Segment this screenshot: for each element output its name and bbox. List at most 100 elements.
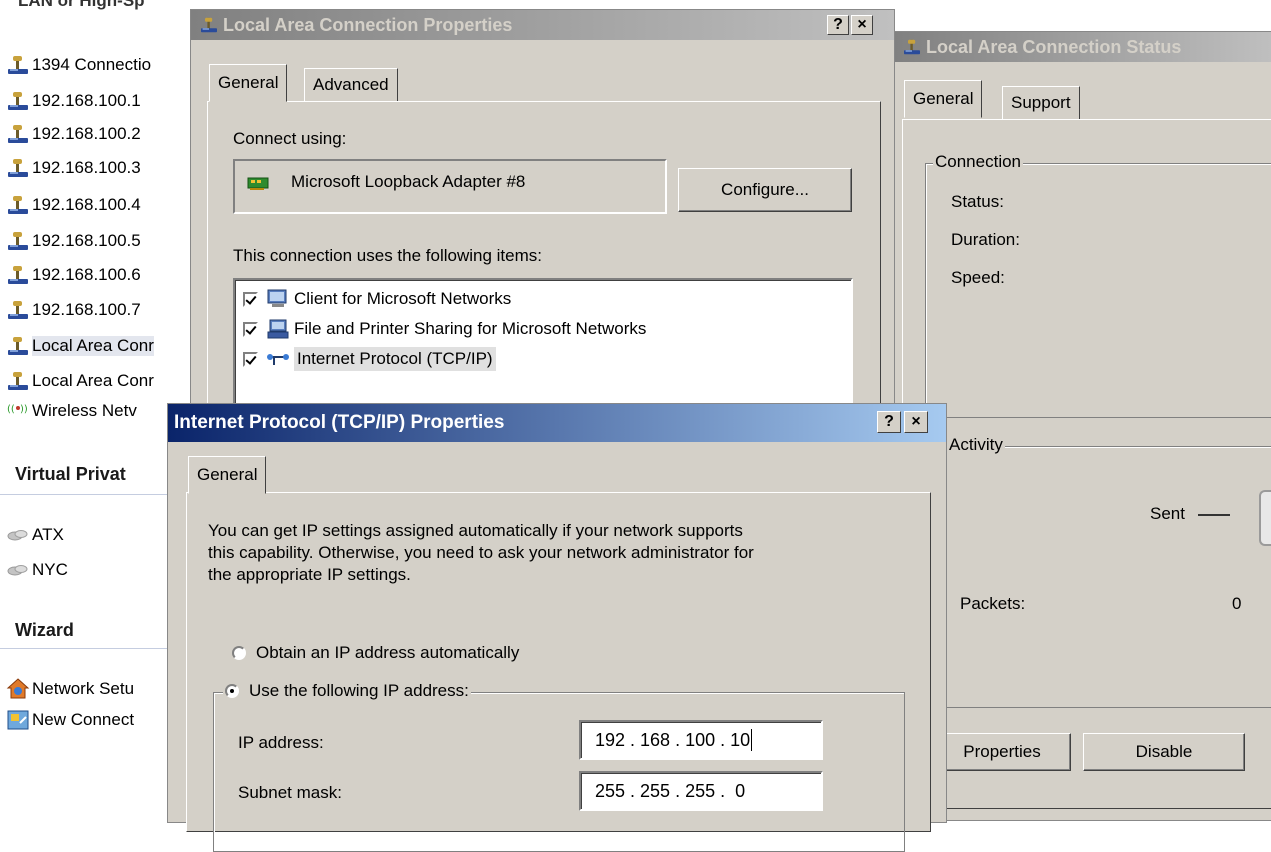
adapter-name: Microsoft Loopback Adapter #8 bbox=[291, 172, 526, 191]
radio-label-manual: Use the following IP address: bbox=[249, 681, 469, 700]
network-connection-icon bbox=[6, 157, 30, 179]
protocol-icon bbox=[266, 349, 290, 369]
connection-item-192-168-100-2[interactable]: 192.168.100.2 bbox=[6, 121, 141, 147]
help-button[interactable]: ? bbox=[827, 15, 849, 35]
connection-label: Local Area Conr bbox=[32, 371, 154, 390]
radio-obtain-ip-automatically[interactable]: Obtain an IP address automatically bbox=[232, 643, 519, 663]
lac-properties-titlebar[interactable]: Local Area Connection Properties bbox=[191, 10, 894, 40]
network-connection-icon bbox=[6, 90, 30, 112]
tcpip-title: Internet Protocol (TCP/IP) Properties bbox=[174, 412, 505, 433]
connection-item-192-168-100-3[interactable]: 192.168.100.3 bbox=[6, 155, 141, 181]
text-caret bbox=[751, 729, 753, 751]
lac-status-title: Local Area Connection Status bbox=[926, 36, 1182, 57]
connection-label: Wireless Netv bbox=[32, 401, 137, 420]
wizard-section-header: Wizard bbox=[15, 620, 74, 640]
file-printer-sharing-icon bbox=[266, 319, 290, 339]
vpn-item-atx[interactable]: ATX bbox=[6, 522, 64, 548]
svg-text:)): )) bbox=[20, 404, 28, 415]
network-connection-icon bbox=[6, 264, 30, 286]
network-connection-icon bbox=[6, 230, 30, 252]
connection-item-local-area-1[interactable]: Local Area Conr bbox=[6, 333, 154, 359]
item-label: Internet Protocol (TCP/IP) bbox=[294, 347, 496, 371]
connection-item-192-168-100-5[interactable]: 192.168.100.5 bbox=[6, 228, 141, 254]
radio-button-auto[interactable] bbox=[232, 646, 246, 660]
radio-label-auto: Obtain an IP address automatically bbox=[256, 643, 520, 662]
new-connection-wizard-icon bbox=[6, 709, 30, 731]
network-connection-icon bbox=[6, 299, 30, 321]
network-connection-icon bbox=[6, 54, 30, 76]
speed-label: Speed: bbox=[951, 268, 1005, 287]
description-line: You can get IP settings assigned automat… bbox=[208, 521, 743, 540]
help-button[interactable]: ? bbox=[877, 411, 901, 433]
tab-general-tcpip[interactable]: General bbox=[188, 456, 267, 494]
list-item-file-printer-sharing[interactable]: File and Printer Sharing for Microsoft N… bbox=[243, 316, 646, 342]
tab-general-status[interactable]: General bbox=[904, 80, 983, 118]
sent-dash bbox=[1198, 514, 1230, 516]
close-button[interactable]: × bbox=[851, 15, 873, 35]
lac-status-panel: Connection Status: Duration: Speed: Acti… bbox=[902, 119, 1271, 809]
connection-label: 192.168.100.5 bbox=[32, 231, 141, 250]
tab-advanced[interactable]: Advanced bbox=[304, 68, 398, 102]
computer-activity-icon bbox=[1259, 490, 1271, 546]
vpn-connection-icon bbox=[6, 559, 30, 581]
lac-properties-title: Local Area Connection Properties bbox=[223, 14, 513, 35]
description-line: this capability. Otherwise, you need to … bbox=[208, 543, 754, 562]
network-connection-icon bbox=[6, 335, 30, 357]
connection-item-local-area-2[interactable]: Local Area Conr bbox=[6, 368, 154, 394]
tab-support[interactable]: Support bbox=[1002, 86, 1080, 120]
connection-item-1394[interactable]: 1394 Connectio bbox=[6, 52, 151, 78]
svg-text:((: (( bbox=[7, 404, 15, 415]
wizard-item-new-connection[interactable]: New Connect bbox=[6, 707, 134, 733]
network-connection-icon bbox=[902, 38, 921, 56]
tcpip-properties-window: Internet Protocol (TCP/IP) Properties ? … bbox=[167, 403, 947, 852]
wizard-label: Network Setu bbox=[32, 679, 135, 698]
vpn-section-header: Virtual Privat bbox=[15, 464, 126, 484]
sent-label: Sent bbox=[1150, 504, 1185, 523]
connect-using-label: Connect using: bbox=[233, 129, 347, 148]
lan-section-header: LAN or High-Sp bbox=[18, 0, 145, 10]
checkbox-file-printer-sharing[interactable] bbox=[243, 321, 258, 337]
close-button[interactable]: × bbox=[904, 411, 928, 433]
network-connection-icon bbox=[6, 370, 30, 392]
network-connection-icon bbox=[199, 16, 218, 34]
properties-button[interactable]: Properties bbox=[933, 733, 1071, 771]
wizard-item-network-setup[interactable]: Network Setu bbox=[6, 676, 134, 702]
connection-item-192-168-100-4[interactable]: 192.168.100.4 bbox=[6, 192, 141, 218]
connection-label: 192.168.100.7 bbox=[32, 300, 141, 319]
activity-groupbox bbox=[925, 446, 1271, 708]
tcpip-titlebar[interactable]: Internet Protocol (TCP/IP) Properties bbox=[168, 404, 946, 442]
connection-label: 1394 Connectio bbox=[32, 55, 152, 74]
radio-use-following-ip[interactable]: Use the following IP address: bbox=[223, 681, 471, 701]
vpn-item-nyc[interactable]: NYC bbox=[6, 557, 68, 583]
checkbox-tcpip[interactable] bbox=[243, 351, 258, 367]
radio-button-manual[interactable] bbox=[225, 684, 239, 698]
connection-item-192-168-100-7[interactable]: 192.168.100.7 bbox=[6, 297, 141, 323]
subnet-mask-input[interactable]: 255 . 255 . 255 . 0 bbox=[579, 771, 823, 811]
connection-item-192-168-100-6[interactable]: 192.168.100.6 bbox=[6, 262, 141, 288]
network-adapter-icon bbox=[247, 175, 271, 191]
ip-address-input[interactable]: 192 . 168 . 100 . 10 bbox=[579, 720, 823, 760]
item-label: File and Printer Sharing for Microsoft N… bbox=[294, 319, 647, 338]
vpn-label: NYC bbox=[32, 560, 68, 579]
list-item-tcpip[interactable]: Internet Protocol (TCP/IP) bbox=[243, 346, 496, 372]
checkbox-client-networks[interactable] bbox=[243, 291, 258, 307]
components-list[interactable]: Client for Microsoft Networks File and P… bbox=[233, 278, 853, 418]
disable-button[interactable]: Disable bbox=[1083, 733, 1245, 771]
ip-address-label: IP address: bbox=[238, 733, 324, 752]
wireless-network-icon: (()) bbox=[6, 400, 30, 422]
lac-status-titlebar[interactable]: Local Area Connection Status bbox=[894, 32, 1271, 62]
ip-address-value: 192 . 168 . 100 . 10 bbox=[595, 729, 751, 750]
description-line: the appropriate IP settings. bbox=[208, 565, 411, 584]
connection-item-192-168-100-1[interactable]: 192.168.100.1 bbox=[6, 88, 141, 114]
packets-label: Packets: bbox=[960, 594, 1026, 613]
item-label: Client for Microsoft Networks bbox=[294, 289, 512, 308]
tab-general[interactable]: General bbox=[209, 64, 288, 102]
list-item-client-networks[interactable]: Client for Microsoft Networks bbox=[243, 286, 511, 312]
connection-item-wireless[interactable]: (()) Wireless Netv bbox=[6, 398, 137, 424]
connection-label: 192.168.100.4 bbox=[32, 195, 141, 214]
vpn-label: ATX bbox=[32, 525, 64, 544]
subnet-mask-value: 255 . 255 . 255 . 0 bbox=[595, 780, 746, 801]
subnet-mask-label: Subnet mask: bbox=[238, 783, 342, 802]
configure-button[interactable]: Configure... bbox=[678, 168, 852, 212]
network-connection-icon bbox=[6, 194, 30, 216]
